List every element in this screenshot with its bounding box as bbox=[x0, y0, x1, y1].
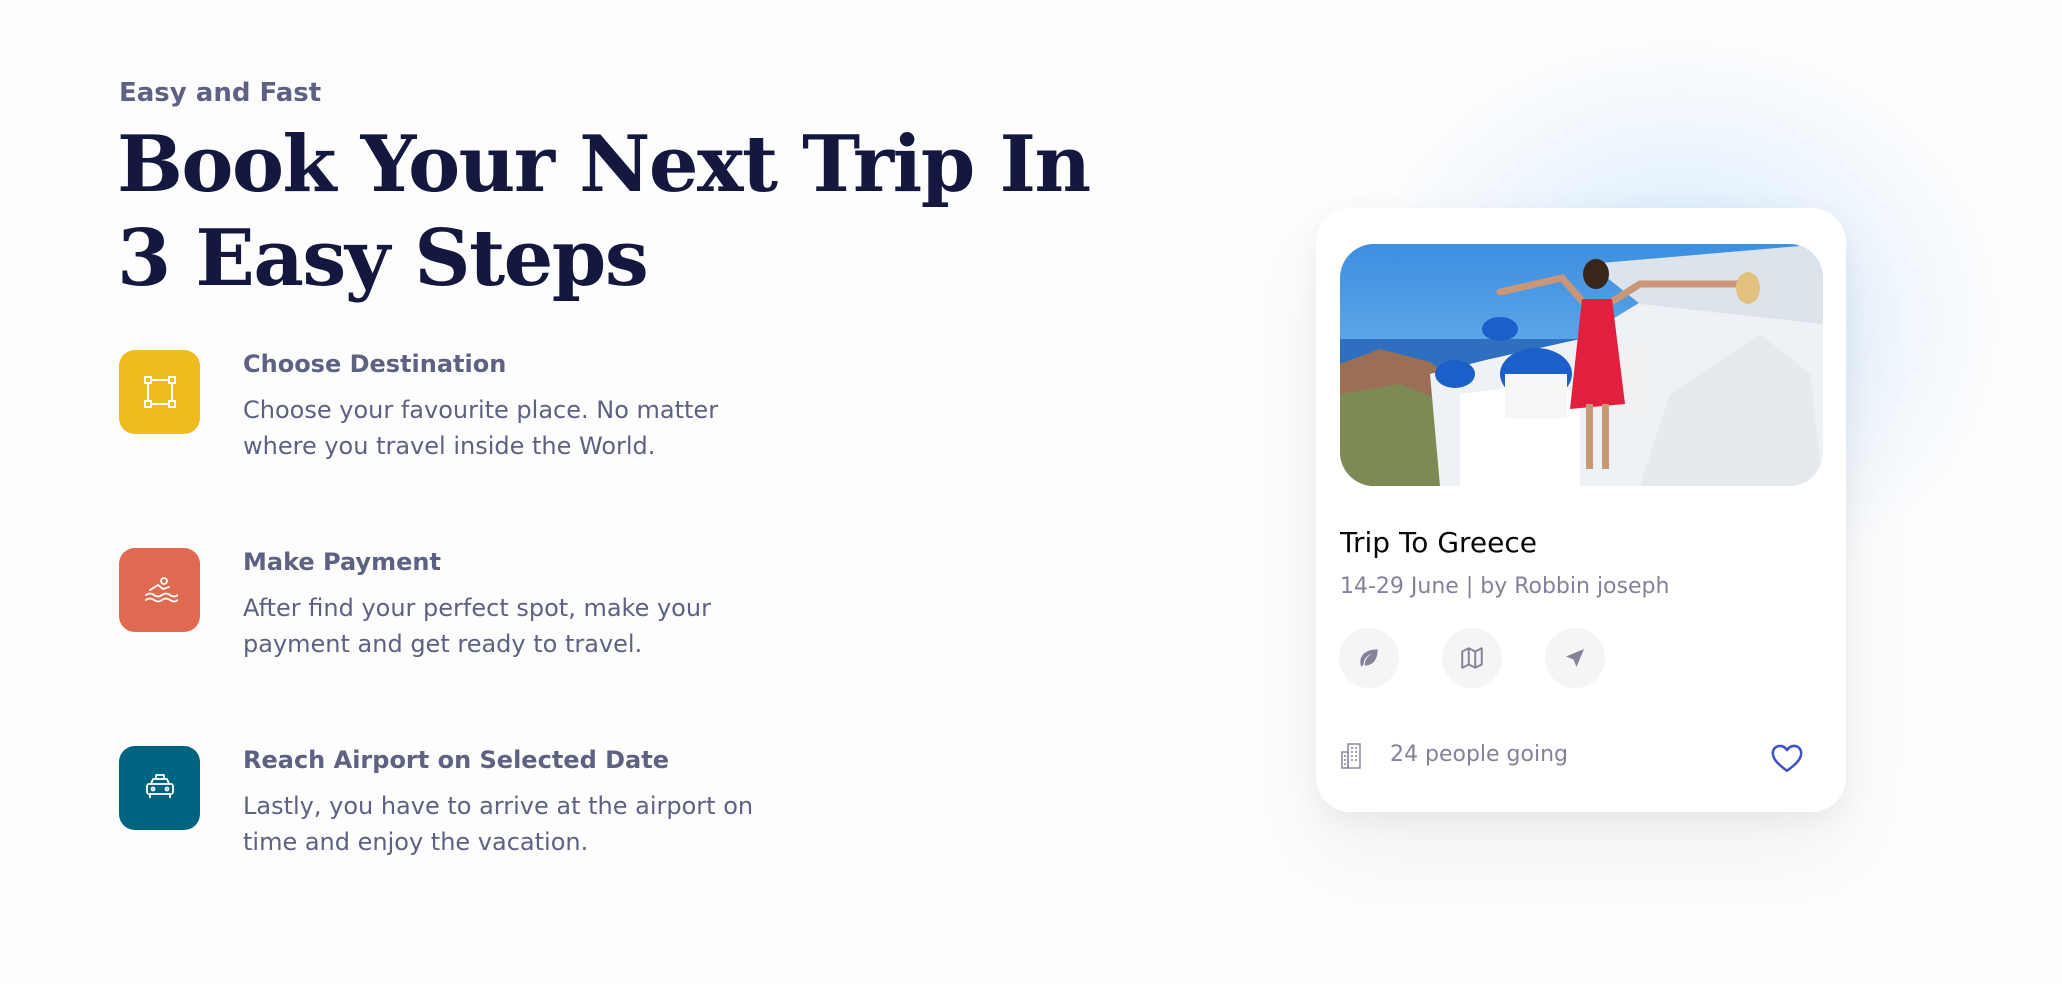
taxi-icon bbox=[119, 746, 200, 830]
trip-title: Trip To Greece bbox=[1340, 526, 1537, 559]
trip-photo bbox=[1340, 244, 1823, 486]
trip-meta: 14-29 June | by Robbin joseph bbox=[1340, 574, 1670, 599]
step-description: Lastly, you have to arrive at the airpor… bbox=[243, 792, 754, 856]
step-description: After find your perfect spot, make your … bbox=[243, 594, 711, 658]
step-title: Choose Destination bbox=[243, 350, 507, 378]
map-icon[interactable] bbox=[1442, 628, 1502, 688]
water-sport-icon bbox=[119, 548, 200, 632]
selection-icon bbox=[119, 350, 200, 434]
step-title: Make Payment bbox=[243, 548, 441, 576]
section-eyebrow: Easy and Fast bbox=[119, 78, 322, 108]
heart-icon[interactable] bbox=[1770, 742, 1804, 778]
leaf-icon[interactable] bbox=[1339, 628, 1399, 688]
trip-card[interactable]: Trip To Greece 14-29 June | by Robbin jo… bbox=[1316, 208, 1846, 812]
send-icon[interactable] bbox=[1545, 628, 1605, 688]
people-going: 24 people going bbox=[1390, 742, 1568, 767]
step-title: Reach Airport on Selected Date bbox=[243, 746, 669, 774]
step-description: Choose your favourite place. No matter w… bbox=[243, 396, 719, 460]
section-headline: Book Your Next Trip In 3 Easy Steps bbox=[117, 119, 1091, 304]
building-icon bbox=[1340, 742, 1366, 774]
